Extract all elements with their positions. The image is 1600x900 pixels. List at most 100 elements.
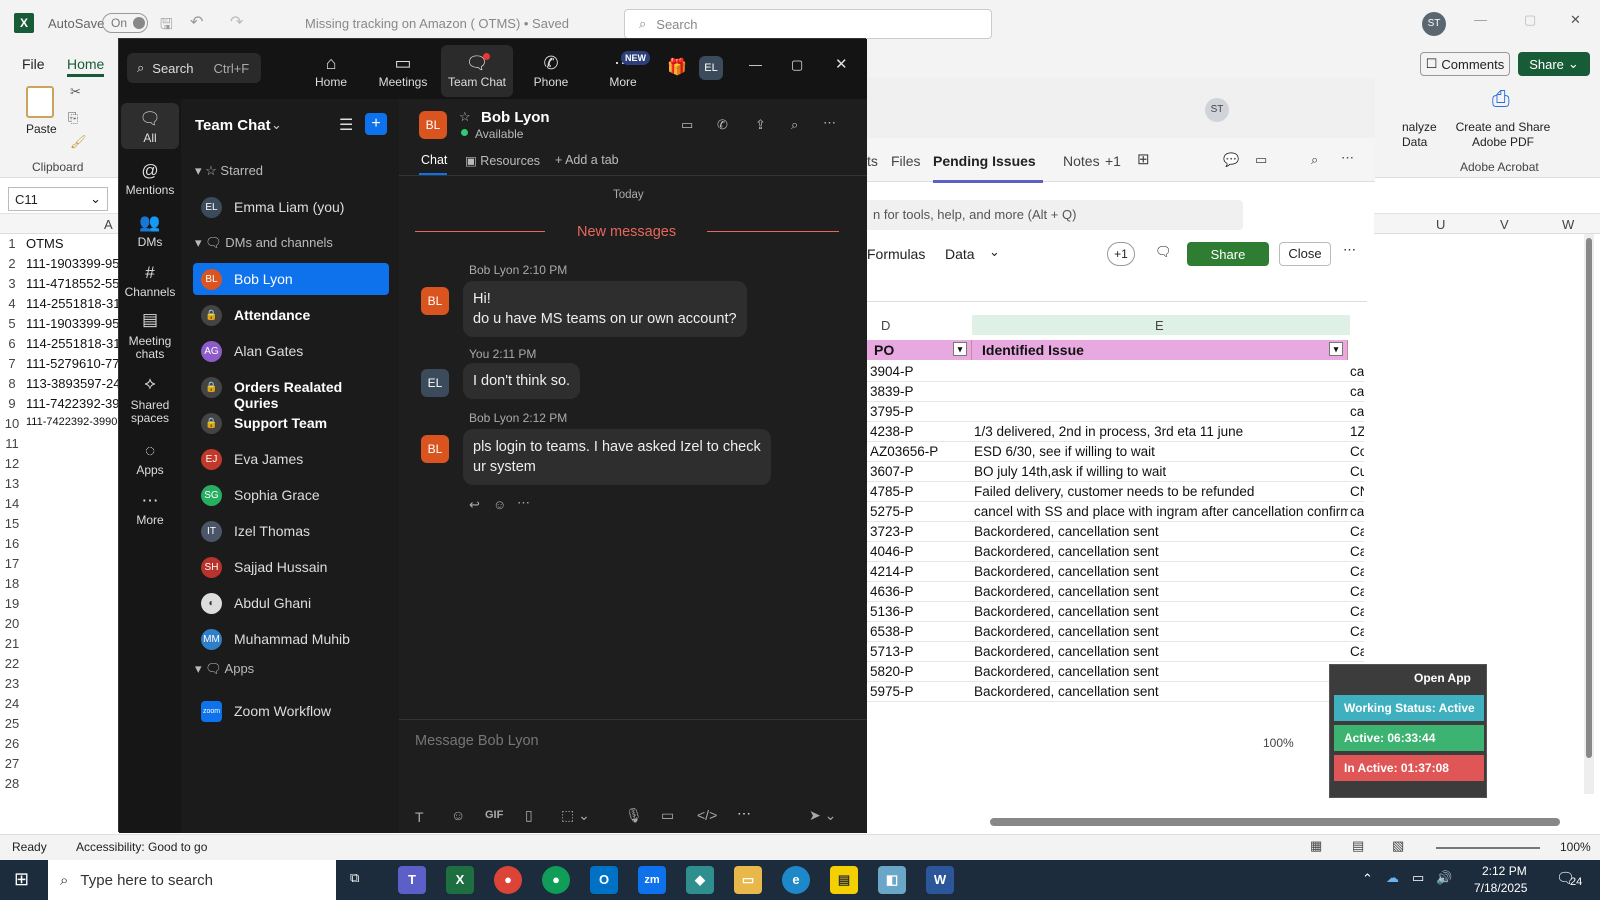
adobe-pdf-icon[interactable]: ⎙ <box>1492 86 1510 112</box>
word-app-icon[interactable]: W <box>926 866 954 894</box>
row-number[interactable]: 20 <box>0 616 24 631</box>
document-title[interactable]: Missing tracking on Amazon ( OTMS) • Sav… <box>305 16 569 31</box>
format-text-icon[interactable]: T <box>415 809 424 825</box>
video-icon[interactable]: ▭ <box>1255 152 1267 168</box>
message-avatar[interactable]: BL <box>421 287 449 315</box>
header-identified-issue[interactable]: Identified Issue ▾ <box>972 340 1348 360</box>
normal-view-icon[interactable]: ▦ <box>1310 838 1322 854</box>
horizontal-scrollbar[interactable] <box>990 818 1560 826</box>
maximize-icon[interactable]: ▢ <box>1524 12 1536 28</box>
embedded-share-button[interactable]: Share <box>1187 242 1269 266</box>
tab-files[interactable]: Files <box>891 153 921 169</box>
tab-ts[interactable]: ts <box>867 153 878 169</box>
row-number[interactable]: 28 <box>0 776 24 791</box>
cell-a[interactable]: 111-1903399-95 <box>26 316 118 331</box>
row-number[interactable]: 11 <box>0 436 24 451</box>
tab-resources[interactable]: ▣ Resources <box>465 153 540 168</box>
filter-icon[interactable]: ☰ <box>339 115 353 135</box>
paste-icon[interactable] <box>26 86 54 118</box>
excel-search-box[interactable]: ⌕ Search <box>624 9 992 39</box>
more-options-icon[interactable]: ⋯ <box>737 805 751 822</box>
share-screen-icon[interactable]: ⇪ <box>755 117 766 133</box>
tray-chevron-icon[interactable]: ⌃ <box>1362 871 1373 887</box>
zoom-user-avatar[interactable]: EL <box>699 56 723 80</box>
taskbar-time[interactable]: 2:12 PM <box>1482 864 1527 878</box>
column-header-w[interactable]: W <box>1562 217 1574 232</box>
autosave-toggle[interactable]: On <box>102 13 148 33</box>
table-row[interactable]: 4214-P Backordered, cancellation sent Ca <box>864 562 1364 582</box>
table-row[interactable]: 6538-P Backordered, cancellation sent Ca <box>864 622 1364 642</box>
chevron-down-icon[interactable]: ⌄ <box>989 244 1000 260</box>
row-number[interactable]: 3 <box>0 276 24 291</box>
nav-more[interactable]: ⋯More <box>587 39 659 99</box>
zoom-search-box[interactable]: ⌕ Search Ctrl+F <box>127 53 261 83</box>
table-row[interactable]: 4785-P Failed delivery, customer needs to… <box>864 482 1364 502</box>
copy-icon[interactable]: ⎘ <box>68 110 78 126</box>
reply-icon[interactable]: ↩ <box>469 497 480 513</box>
close-icon[interactable]: ✕ <box>835 55 848 73</box>
column-header-u[interactable]: U <box>1436 217 1445 232</box>
table-row[interactable]: 5713-P Backordered, cancellation sent Ca <box>864 642 1364 662</box>
more-options-icon[interactable]: ⋯ <box>1343 242 1356 258</box>
filter-dropdown-icon[interactable]: ▾ <box>953 342 967 356</box>
chrome-profile-icon[interactable]: ● <box>542 866 570 894</box>
excel-user-avatar[interactable]: ST <box>1422 12 1446 36</box>
cell-a[interactable]: 111-7422392-39 <box>26 396 118 411</box>
table-row[interactable]: 3795-P ca <box>864 402 1364 422</box>
sidebar-item[interactable]: EJ Eva James <box>193 443 389 475</box>
taskbar-date[interactable]: 7/18/2025 <box>1474 881 1527 895</box>
sidebar-item[interactable]: MM Muhammad Muhib <box>193 623 389 655</box>
nav-home[interactable]: ⌂ Home <box>295 39 367 99</box>
section-dms-channels[interactable]: ▾ 🗨 DMs and channels <box>195 235 333 251</box>
embedded-avatar[interactable]: ST <box>1205 98 1229 122</box>
cell-a[interactable]: 113-3893597-24 <box>26 376 118 391</box>
network-icon[interactable]: ▭ <box>1412 870 1424 886</box>
rail-all[interactable]: 🗨 All <box>121 103 179 149</box>
tell-me-box[interactable]: n for tools, help, and more (Alt + Q) <box>865 200 1243 230</box>
section-starred[interactable]: ▾ ☆ Starred <box>195 163 263 179</box>
row-number[interactable]: 15 <box>0 516 24 531</box>
row-number[interactable]: 26 <box>0 736 24 751</box>
edge-app-icon[interactable]: e <box>782 866 810 894</box>
row-number[interactable]: 18 <box>0 576 24 591</box>
sidebar-item[interactable]: ◐ Abdul Ghani <box>193 587 389 619</box>
cell-a[interactable]: 111-4718552-55 <box>26 276 118 291</box>
file-icon[interactable]: ▯ <box>525 807 533 824</box>
redo-icon[interactable]: ↷ <box>230 12 243 32</box>
page-break-icon[interactable]: ▧ <box>1392 838 1404 854</box>
search-icon[interactable]: ⌕ <box>791 117 798 133</box>
name-box[interactable]: C11 ⌄ <box>8 187 108 211</box>
row-number[interactable]: 5 <box>0 316 24 331</box>
cell-a[interactable]: 114-2551818-31 <box>26 296 118 311</box>
screenshot-icon[interactable]: ⬚ ⌄ <box>561 807 590 824</box>
accessibility-status[interactable]: Accessibility: Good to go <box>76 840 207 854</box>
header-po[interactable]: PO ▾ <box>864 340 972 360</box>
row-number[interactable]: 8 <box>0 376 24 391</box>
send-icon[interactable]: ➤ ⌄ <box>809 807 836 824</box>
tab-chat[interactable]: Chat <box>421 153 447 167</box>
undo-icon[interactable]: ↶ <box>190 12 203 32</box>
section-apps[interactable]: ▾ 🗨 Apps <box>195 661 254 677</box>
volume-icon[interactable]: 🔊 <box>1436 870 1452 886</box>
row-number[interactable]: 4 <box>0 296 24 311</box>
column-header-a[interactable]: A <box>104 217 113 232</box>
cell-a[interactable]: 111-5279610-77 <box>26 356 118 371</box>
table-row[interactable]: 5275-P cancel with SS and place with ingr… <box>864 502 1364 522</box>
sidebar-item[interactable]: 🔒 Support Team <box>193 407 389 439</box>
table-row[interactable]: AZ03656-P ESD 6/30, see if willing to wai… <box>864 442 1364 462</box>
cell-a[interactable]: 111-1903399-95 <box>26 256 118 271</box>
row-number[interactable]: 6 <box>0 336 24 351</box>
menu-data[interactable]: Data <box>945 246 975 262</box>
video-message-icon[interactable]: ▭ <box>661 807 674 824</box>
rail-channels[interactable]: # Channels <box>121 263 179 299</box>
cell-a[interactable]: 114-2551818-31 <box>26 336 118 351</box>
paste-label[interactable]: Paste <box>26 122 57 136</box>
table-row[interactable]: 3904-P ca <box>864 362 1364 382</box>
nav-meetings[interactable]: ▭ Meetings <box>367 39 439 99</box>
row-number[interactable]: 7 <box>0 356 24 371</box>
message-bubble[interactable]: Hi! do u have MS teams on ur own account? <box>463 281 747 337</box>
column-header-v[interactable]: V <box>1500 217 1509 232</box>
share-button[interactable]: Share ⌄ <box>1518 52 1590 76</box>
excel-app-icon[interactable]: X <box>446 866 474 894</box>
create-share-pdf-label[interactable]: Create and Share Adobe PDF <box>1448 120 1558 150</box>
